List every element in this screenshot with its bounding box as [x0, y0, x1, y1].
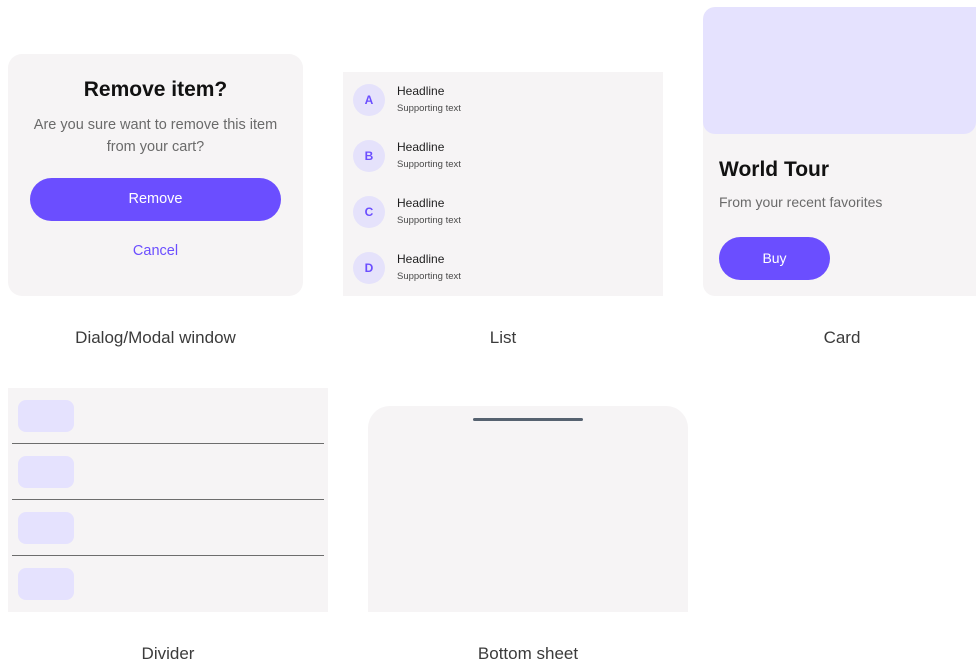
card-media: [703, 7, 976, 134]
card-title: World Tour: [719, 158, 830, 181]
avatar: A: [353, 84, 385, 116]
list-item-supporting-text: Supporting text: [397, 103, 461, 114]
divider: [12, 499, 324, 500]
list-item-supporting-text: Supporting text: [397, 159, 461, 170]
list-item[interactable]: B Headline Supporting text: [343, 128, 663, 184]
list-item[interactable]: A Headline Supporting text: [343, 72, 663, 128]
dialog-message: Are you sure want to remove this item fr…: [33, 117, 278, 155]
dialog-title: Remove item?: [83, 78, 228, 101]
card: World Tour From your recent favorites Bu…: [703, 7, 976, 296]
list-caption: List: [489, 328, 517, 347]
list-item-supporting-text: Supporting text: [397, 215, 461, 226]
avatar: B: [353, 140, 385, 172]
list: A Headline Supporting text B Headline Su…: [343, 72, 663, 296]
bottom-sheet: [368, 406, 688, 612]
avatar: C: [353, 196, 385, 228]
placeholder-block: [18, 400, 74, 432]
list-item-headline: Headline: [397, 196, 445, 210]
list-item-headline: Headline: [397, 252, 445, 266]
placeholder-block: [18, 456, 74, 488]
divider: [12, 443, 324, 444]
dialog: Remove item? Are you sure want to remove…: [8, 54, 303, 296]
divider-caption: Divider: [141, 644, 195, 663]
placeholder-block: [18, 512, 74, 544]
list-item[interactable]: C Headline Supporting text: [343, 184, 663, 240]
dialog-caption: Dialog/Modal window: [75, 328, 236, 347]
avatar: D: [353, 252, 385, 284]
divider: [12, 555, 324, 556]
drag-handle[interactable]: [473, 418, 583, 421]
placeholder-block: [18, 568, 74, 600]
remove-button[interactable]: Remove: [30, 178, 281, 221]
list-item[interactable]: D Headline Supporting text: [343, 240, 663, 296]
list-item-headline: Headline: [397, 140, 445, 154]
divider-panel: [8, 388, 328, 612]
card-subtitle: From your recent favorites: [719, 194, 883, 210]
bottom-sheet-caption: Bottom sheet: [477, 644, 579, 663]
buy-button[interactable]: Buy: [719, 237, 830, 280]
card-caption: Card: [823, 328, 861, 347]
list-item-supporting-text: Supporting text: [397, 271, 461, 282]
list-item-headline: Headline: [397, 84, 445, 98]
cancel-button[interactable]: Cancel: [8, 243, 303, 259]
